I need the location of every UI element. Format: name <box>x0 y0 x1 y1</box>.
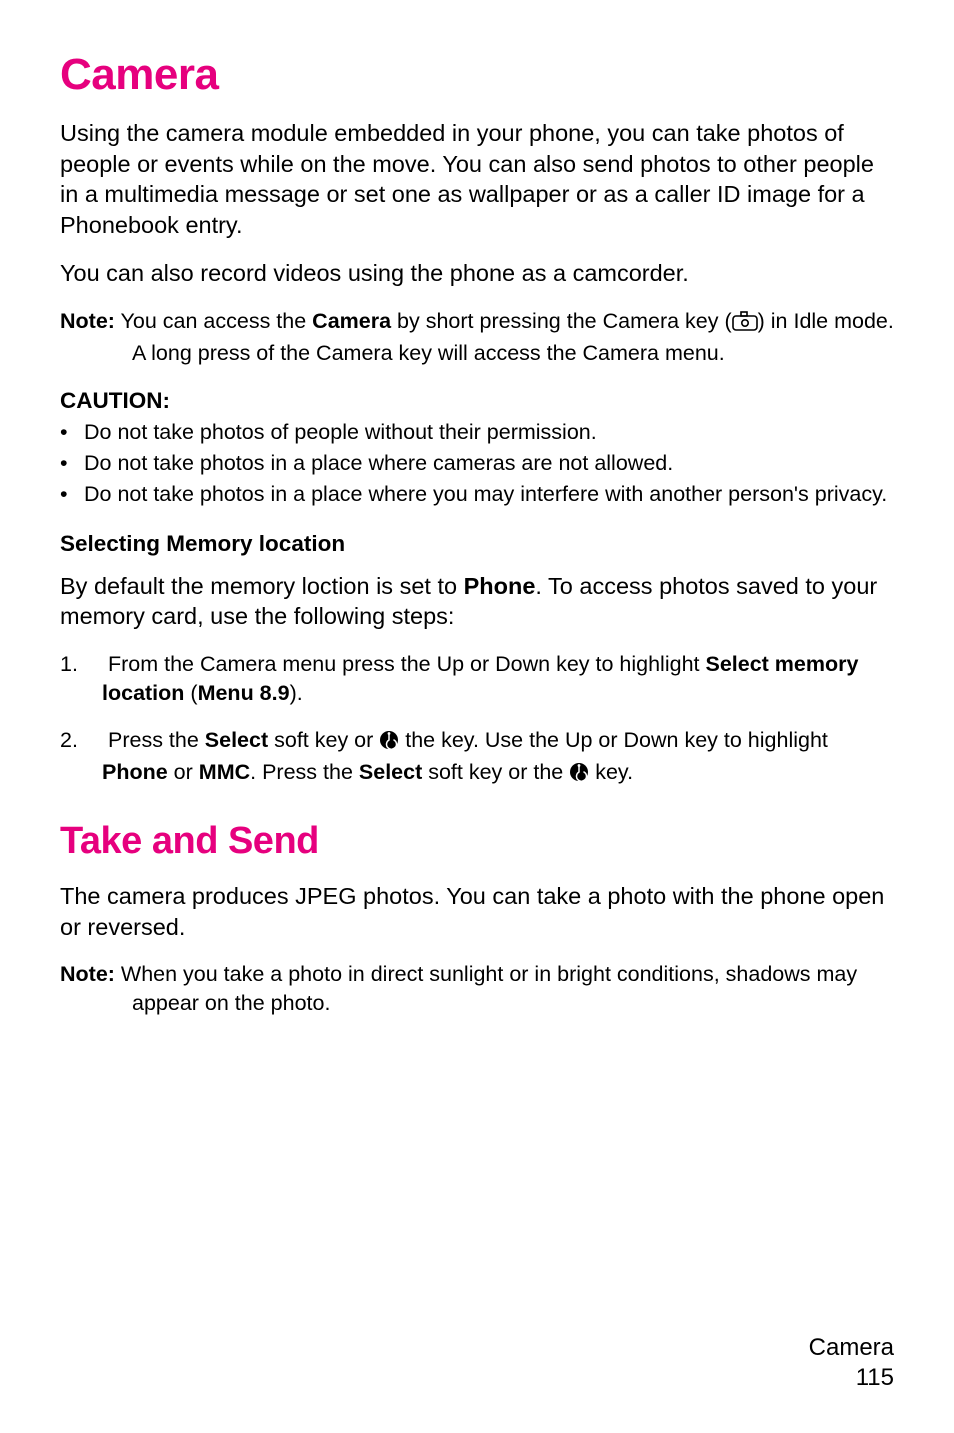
note-text-c: by short pressing the Camera key ( <box>391 309 732 333</box>
step2-e: Phone <box>102 760 168 784</box>
note2-text: When you take a photo in direct sunlight… <box>115 962 857 1015</box>
section-heading-take-and-send: Take and Send <box>60 820 894 863</box>
step2-h: . Press the <box>250 760 359 784</box>
intro-paragraph-2: You can also record videos using the pho… <box>60 258 894 289</box>
note-label: Note: <box>60 962 115 986</box>
step2-i: Select <box>359 760 422 784</box>
caution-item: Do not take photos in a place where came… <box>60 449 894 478</box>
caution-label: CAUTION: <box>60 388 894 414</box>
step1-c: ( <box>184 681 197 705</box>
circle-key-icon <box>569 761 589 790</box>
note-label: Note: <box>60 309 115 333</box>
memloc-text-a: By default the memory loction is set to <box>60 573 464 599</box>
step2-f: or <box>168 760 199 784</box>
page-footer: Camera 115 <box>809 1333 894 1393</box>
step2-d: the key. Use the Up or Down key to highl… <box>399 728 828 752</box>
caution-item: Do not take photos in a place where you … <box>60 480 894 509</box>
step-item-2: Press the Select soft key or the key. Us… <box>60 726 894 790</box>
step1-d: Menu 8.9 <box>198 681 290 705</box>
section-heading-camera: Camera <box>60 50 894 100</box>
footer-section-name: Camera <box>809 1333 894 1363</box>
camera-key-icon <box>732 310 758 339</box>
step2-c: soft key or <box>268 728 379 752</box>
subheading-memory-location: Selecting Memory location <box>60 531 894 557</box>
caution-item: Do not take photos of people without the… <box>60 418 894 447</box>
step1-e: ). <box>290 681 303 705</box>
step2-k: key. <box>589 760 633 784</box>
steps-list: From the Camera menu press the Up or Dow… <box>60 650 894 790</box>
intro-paragraph-1: Using the camera module embedded in your… <box>60 118 894 240</box>
step2-b: Select <box>205 728 268 752</box>
note-block-1: Note: You can access the Camera by short… <box>60 307 894 368</box>
take-paragraph: The camera produces JPEG photos. You can… <box>60 881 894 942</box>
caution-list: Do not take photos of people without the… <box>60 418 894 509</box>
step2-a: Press the <box>108 728 205 752</box>
footer-page-number: 115 <box>809 1363 894 1393</box>
step-item-1: From the Camera menu press the Up or Dow… <box>60 650 894 708</box>
note-text-camera: Camera <box>312 309 391 333</box>
step2-g: MMC <box>199 760 250 784</box>
step2-j: soft key or the <box>422 760 569 784</box>
note-text-a: You can access the <box>115 309 312 333</box>
note-block-2: Note: When you take a photo in direct su… <box>60 960 894 1018</box>
memloc-paragraph: By default the memory loction is set to … <box>60 571 894 632</box>
circle-key-icon <box>379 729 399 758</box>
document-page: Camera Using the camera module embedded … <box>0 0 954 1433</box>
step1-a: From the Camera menu press the Up or Dow… <box>108 652 706 676</box>
memloc-text-phone: Phone <box>464 573 536 599</box>
